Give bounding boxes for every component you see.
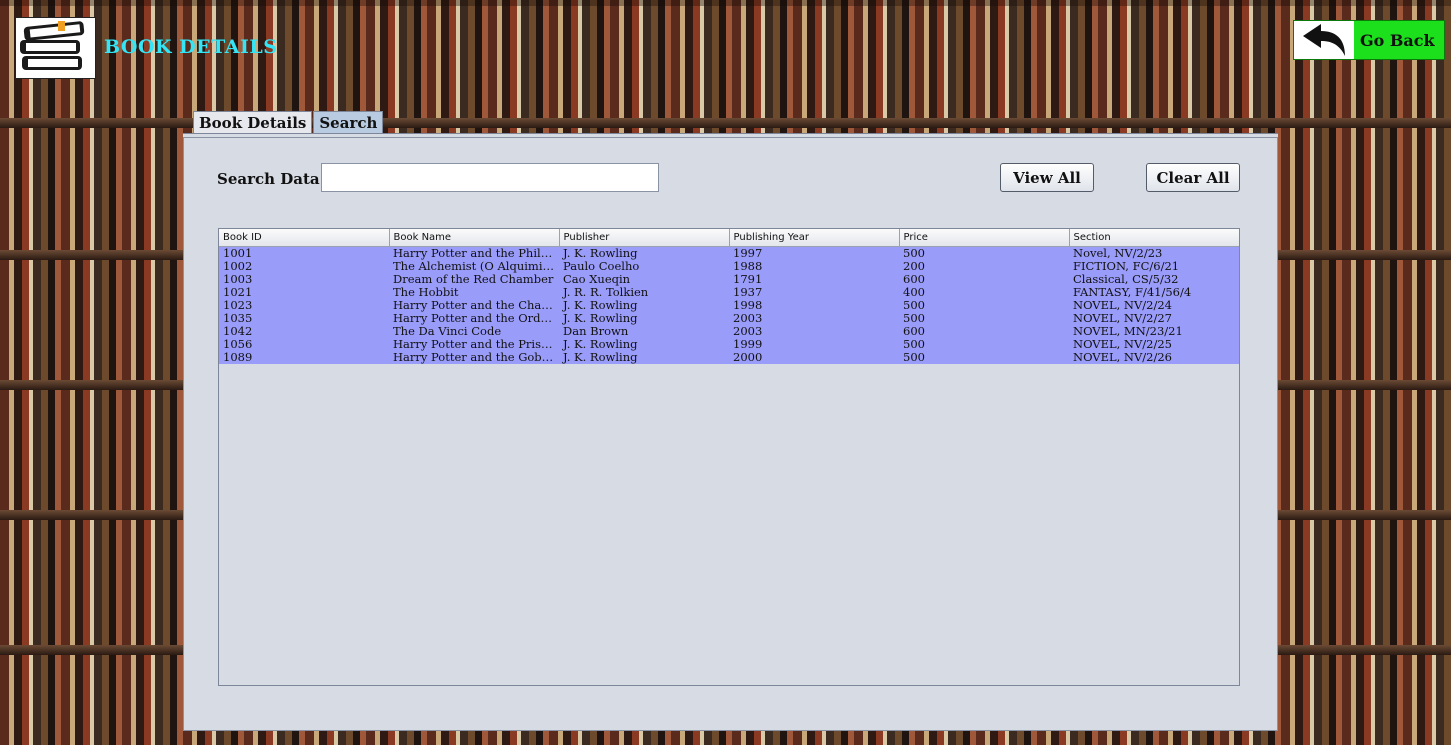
tab-bar: Book Details Search xyxy=(193,111,384,134)
table-cell: 600 xyxy=(899,273,1069,286)
table-cell: 1988 xyxy=(729,260,899,273)
table-cell: 500 xyxy=(899,312,1069,325)
table-cell: 500 xyxy=(899,351,1069,364)
column-header-price[interactable]: Price xyxy=(899,229,1070,247)
table-row[interactable]: 1023 Harry Potter and the Cham... J. K. Ro… xyxy=(219,299,1239,312)
table-row[interactable]: 1002 The Alchemist (O Alquimis... Paulo Co… xyxy=(219,260,1239,273)
table-cell: J. K. Rowling xyxy=(559,351,729,364)
search-data-label: Search Data xyxy=(217,170,320,188)
table-cell: 2003 xyxy=(729,325,899,338)
table-cell: The Alchemist (O Alquimis... xyxy=(389,260,559,273)
back-arrow-icon xyxy=(1294,21,1354,59)
table-cell: 1997 xyxy=(729,246,899,260)
books-stack-icon xyxy=(15,17,96,79)
table-cell: NOVEL, NV/2/27 xyxy=(1069,312,1239,325)
search-input[interactable] xyxy=(321,163,659,192)
table-cell: 1056 xyxy=(219,338,389,351)
table-cell: 1042 xyxy=(219,325,389,338)
table-cell: J. R. R. Tolkien xyxy=(559,286,729,299)
table-cell: J. K. Rowling xyxy=(559,299,729,312)
table-row[interactable]: 1035 Harry Potter and the Order... J. K. R… xyxy=(219,312,1239,325)
table-cell: Harry Potter and the Cham... xyxy=(389,299,559,312)
table-cell: NOVEL, NV/2/26 xyxy=(1069,351,1239,364)
table-cell: FANTASY, F/41/56/4 xyxy=(1069,286,1239,299)
table-cell: 1937 xyxy=(729,286,899,299)
table-cell: NOVEL, NV/2/25 xyxy=(1069,338,1239,351)
tab-search[interactable]: Search xyxy=(313,111,384,134)
table-cell: J. K. Rowling xyxy=(559,338,729,351)
search-panel: Search Data View All Clear All Book ID B… xyxy=(183,137,1278,731)
table-row[interactable]: 1003 Dream of the Red Chamber Cao Xueqin 17… xyxy=(219,273,1239,286)
table-cell: NOVEL, NV/2/24 xyxy=(1069,299,1239,312)
table-cell: 1023 xyxy=(219,299,389,312)
column-header-publishing-year[interactable]: Publishing Year xyxy=(729,229,900,247)
table-row[interactable]: 1056 Harry Potter and the Priso... J. K. R… xyxy=(219,338,1239,351)
table-cell: Harry Potter and the Priso... xyxy=(389,338,559,351)
table-cell: Classical, CS/5/32 xyxy=(1069,273,1239,286)
table-cell: Dan Brown xyxy=(559,325,729,338)
table-row[interactable]: 1089 Harry Potter and the Goble... J. K. R… xyxy=(219,351,1239,364)
go-back-button[interactable]: Go Back xyxy=(1293,20,1445,60)
table-cell: NOVEL, MN/23/21 xyxy=(1069,325,1239,338)
table-cell: 1999 xyxy=(729,338,899,351)
table-cell: Harry Potter and the Order... xyxy=(389,312,559,325)
column-header-publisher[interactable]: Publisher xyxy=(559,229,730,247)
table-cell: The Hobbit xyxy=(389,286,559,299)
table-cell: Harry Potter and the Goble... xyxy=(389,351,559,364)
table-cell: 2000 xyxy=(729,351,899,364)
column-header-book-id[interactable]: Book ID xyxy=(219,229,390,247)
table-cell: 1035 xyxy=(219,312,389,325)
table-cell: FICTION, FC/6/21 xyxy=(1069,260,1239,273)
table-cell: 1003 xyxy=(219,273,389,286)
table-cell: J. K. Rowling xyxy=(559,312,729,325)
clear-all-button[interactable]: Clear All xyxy=(1146,163,1240,192)
table-row[interactable]: 1042 The Da Vinci Code Dan Brown 2003 600 NOV… xyxy=(219,325,1239,338)
column-header-book-name[interactable]: Book Name xyxy=(389,229,560,247)
table-cell: The Da Vinci Code xyxy=(389,325,559,338)
books-table[interactable]: Book ID Book Name Publisher Publishing Y… xyxy=(218,228,1240,686)
table-cell: 1998 xyxy=(729,299,899,312)
app-title: BOOK DETAILS xyxy=(104,36,278,58)
table-cell: 400 xyxy=(899,286,1069,299)
table-cell: 200 xyxy=(899,260,1069,273)
table-header-row: Book ID Book Name Publisher Publishing Y… xyxy=(219,229,1239,247)
table-cell: 600 xyxy=(899,325,1069,338)
table-cell: 1001 xyxy=(219,246,389,260)
table-cell: Novel, NV/2/23 xyxy=(1069,246,1239,260)
table-cell: 500 xyxy=(899,299,1069,312)
table-cell: 500 xyxy=(899,246,1069,260)
table-body: 1001 Harry Potter and the Philos... J. K. … xyxy=(219,246,1239,364)
table-cell: Harry Potter and the Philos... xyxy=(389,246,559,260)
view-all-button[interactable]: View All xyxy=(1000,163,1094,192)
table-cell: 1002 xyxy=(219,260,389,273)
table-cell: 500 xyxy=(899,338,1069,351)
column-header-section[interactable]: Section xyxy=(1069,229,1239,247)
table-cell: 2003 xyxy=(729,312,899,325)
table-cell: Paulo Coelho xyxy=(559,260,729,273)
table-cell: J. K. Rowling xyxy=(559,246,729,260)
table-row[interactable]: 1021 The Hobbit J. R. R. Tolkien 1937 400 FAN… xyxy=(219,286,1239,299)
table-row[interactable]: 1001 Harry Potter and the Philos... J. K. … xyxy=(219,246,1239,260)
table-cell: Cao Xueqin xyxy=(559,273,729,286)
shelf-shadow xyxy=(0,0,1451,6)
table-cell: Dream of the Red Chamber xyxy=(389,273,559,286)
go-back-label: Go Back xyxy=(1360,30,1435,50)
table-cell: 1791 xyxy=(729,273,899,286)
table-cell: 1021 xyxy=(219,286,389,299)
tab-book-details[interactable]: Book Details xyxy=(193,111,313,134)
table-cell: 1089 xyxy=(219,351,389,364)
